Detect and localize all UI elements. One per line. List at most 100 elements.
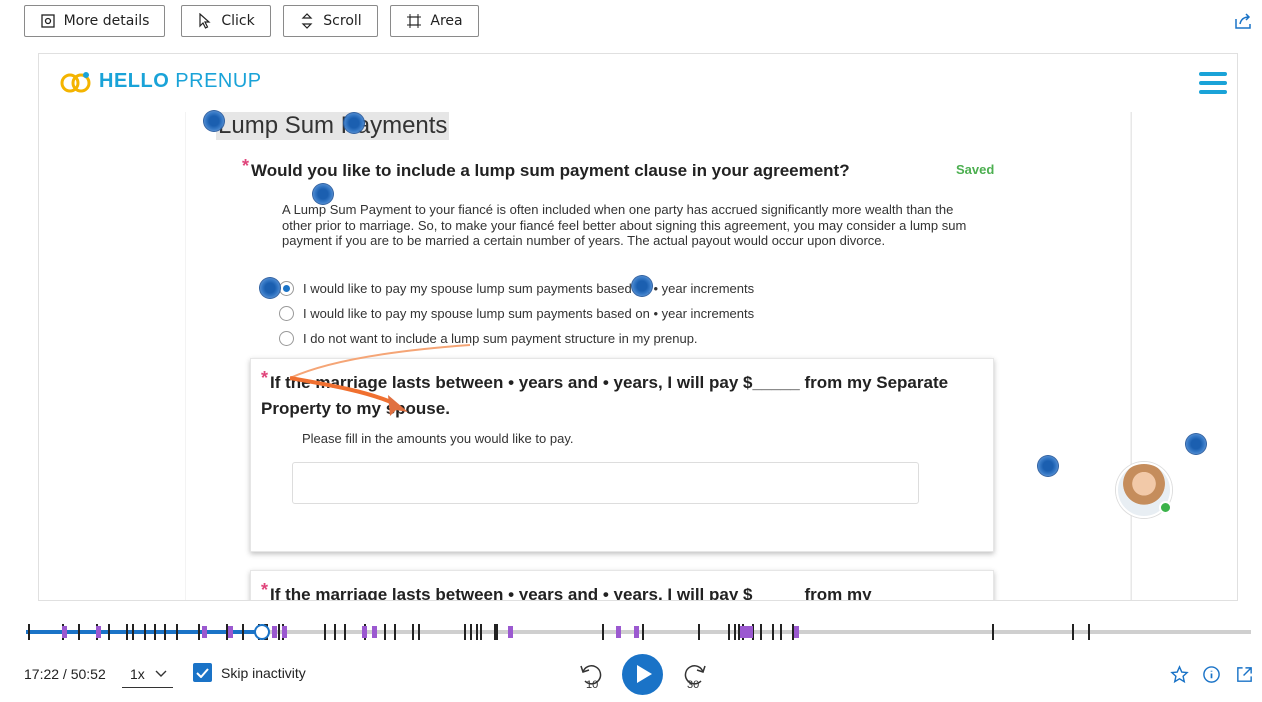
timeline-event-marker	[760, 624, 762, 640]
play-button[interactable]	[622, 654, 663, 695]
payment-question-1-text: If the marriage lasts between • years an…	[261, 373, 949, 418]
timeline-event-marker	[62, 626, 67, 638]
skip-forward-seconds: 30	[687, 679, 699, 690]
skip-inactivity-toggle[interactable]: Skip inactivity	[193, 663, 306, 682]
timeline-event-marker	[792, 624, 794, 640]
question-lump-sum: * Would you like to include a lump sum pa…	[242, 156, 850, 181]
radio-option-label: I do not want to include a lump sum paym…	[303, 330, 698, 346]
timeline-event-marker	[154, 624, 156, 640]
timeline-event-marker	[144, 624, 146, 640]
right-gutter	[1131, 112, 1237, 600]
timeline-event-marker	[418, 624, 420, 640]
rings-logo-icon	[60, 71, 91, 92]
timeline-markers	[28, 624, 1090, 640]
radio-option-1[interactable]: I would like to pay my spouse lump sum p…	[279, 279, 754, 297]
area-icon	[407, 14, 422, 28]
star-icon[interactable]	[1170, 665, 1189, 684]
chevron-down-icon	[155, 670, 167, 677]
timeline-event-marker	[480, 624, 482, 640]
payment-question-1: * If the marriage lasts between • years a…	[261, 368, 961, 422]
timeline-scrubber[interactable]	[26, 624, 1251, 640]
timeline-event-marker	[176, 624, 178, 640]
open-external-icon[interactable]	[1235, 665, 1254, 684]
timeline-event-marker	[132, 624, 134, 640]
replay-viewport: HELLO PRENUP Lump Sum Payments Saved * Wo…	[38, 53, 1238, 601]
online-status-icon	[1159, 501, 1172, 514]
radio-option-2[interactable]: I would like to pay my spouse lump sum p…	[279, 304, 754, 322]
timeline-event-marker	[226, 624, 228, 640]
timeline-event-marker	[698, 624, 700, 640]
click-filter-button[interactable]: Click	[181, 5, 271, 37]
amount-input[interactable]	[292, 462, 919, 504]
radio-option-label: I would like to pay my spouse lump sum p…	[303, 305, 755, 321]
timeline-event-marker	[616, 626, 621, 638]
timeline-event-marker	[412, 624, 414, 640]
timeline-event-marker	[108, 624, 110, 640]
menu-icon[interactable]	[1199, 72, 1227, 96]
replay-player: 17:22 / 50:52 1x Skip inactivity 10 30	[0, 612, 1262, 702]
scroll-label: Scroll	[323, 13, 362, 29]
timeline-event-marker	[344, 624, 346, 640]
timeline-event-marker	[494, 624, 496, 640]
timeline-event-marker	[1072, 624, 1074, 640]
timeline-event-marker	[278, 624, 280, 640]
timeline-event-marker	[642, 624, 644, 640]
radio-button[interactable]	[279, 330, 294, 346]
timeline-event-marker	[372, 626, 377, 638]
radio-option-3[interactable]: I do not want to include a lump sum paym…	[279, 329, 698, 347]
logo-text-bold: HELLO	[99, 70, 170, 92]
timeline-event-marker	[634, 626, 639, 638]
timeline-event-marker	[198, 624, 200, 640]
speed-select[interactable]: 1x	[122, 660, 173, 688]
timeline-event-marker	[228, 626, 233, 638]
timeline-event-marker	[602, 624, 604, 640]
timeline-event-marker	[164, 624, 166, 640]
timeline-event-marker	[126, 624, 128, 640]
info-icon[interactable]	[1202, 665, 1221, 684]
timeline-event-marker	[334, 624, 336, 640]
timeline-event-marker	[96, 626, 101, 638]
timeline-event-marker	[992, 624, 994, 640]
timeline-event-marker	[794, 626, 799, 638]
timeline-event-marker	[282, 626, 287, 638]
rewind-icon[interactable]: 10	[578, 662, 604, 690]
payment-card-1: * If the marriage lasts between • years a…	[250, 358, 994, 552]
timeline-event-marker	[394, 624, 396, 640]
radio-button[interactable]	[279, 305, 294, 321]
required-asterisk: *	[261, 368, 269, 388]
site-logo[interactable]: HELLO PRENUP	[59, 70, 262, 93]
more-details-label: More details	[63, 13, 150, 29]
left-gutter	[39, 112, 185, 600]
replay-toolbar: More details Click Scroll Area	[0, 0, 1262, 44]
timeline-event-marker	[202, 626, 207, 638]
site-header: HELLO PRENUP	[39, 54, 1237, 112]
payment-card-2: * If the marriage lasts between • years a…	[250, 570, 994, 600]
details-icon	[40, 14, 55, 28]
scroll-icon	[301, 13, 313, 29]
questionnaire-content: Lump Sum Payments Saved * Would you like …	[186, 112, 1130, 600]
timeline-event-marker	[362, 626, 367, 638]
timeline-event-marker	[470, 624, 472, 640]
share-icon[interactable]	[1234, 12, 1252, 30]
timeline-event-marker	[780, 624, 782, 640]
fast-forward-icon[interactable]: 30	[682, 662, 708, 690]
radio-button-selected[interactable]	[279, 280, 294, 296]
radio-option-label: I would like to pay my spouse lump sum p…	[303, 280, 755, 296]
timeline-event-marker	[1088, 624, 1090, 640]
timeline-event-marker	[728, 624, 730, 640]
timeline-event-marker	[324, 624, 326, 640]
timeline-event-marker	[738, 624, 740, 640]
click-label: Click	[221, 13, 255, 29]
timeline-event-marker	[28, 624, 30, 640]
required-asterisk: *	[261, 580, 269, 600]
cursor-icon	[199, 13, 211, 29]
timeline-event-marker	[384, 624, 386, 640]
more-details-button[interactable]: More details	[24, 5, 165, 37]
checkbox-checked-icon[interactable]	[193, 663, 212, 682]
area-filter-button[interactable]: Area	[390, 5, 479, 37]
scroll-filter-button[interactable]: Scroll	[283, 5, 378, 37]
playback-time: 17:22 / 50:52	[24, 666, 106, 682]
speed-value: 1x	[130, 665, 145, 682]
user-avatar	[1116, 462, 1172, 518]
payment-hint: Please fill in the amounts you would lik…	[302, 431, 574, 446]
